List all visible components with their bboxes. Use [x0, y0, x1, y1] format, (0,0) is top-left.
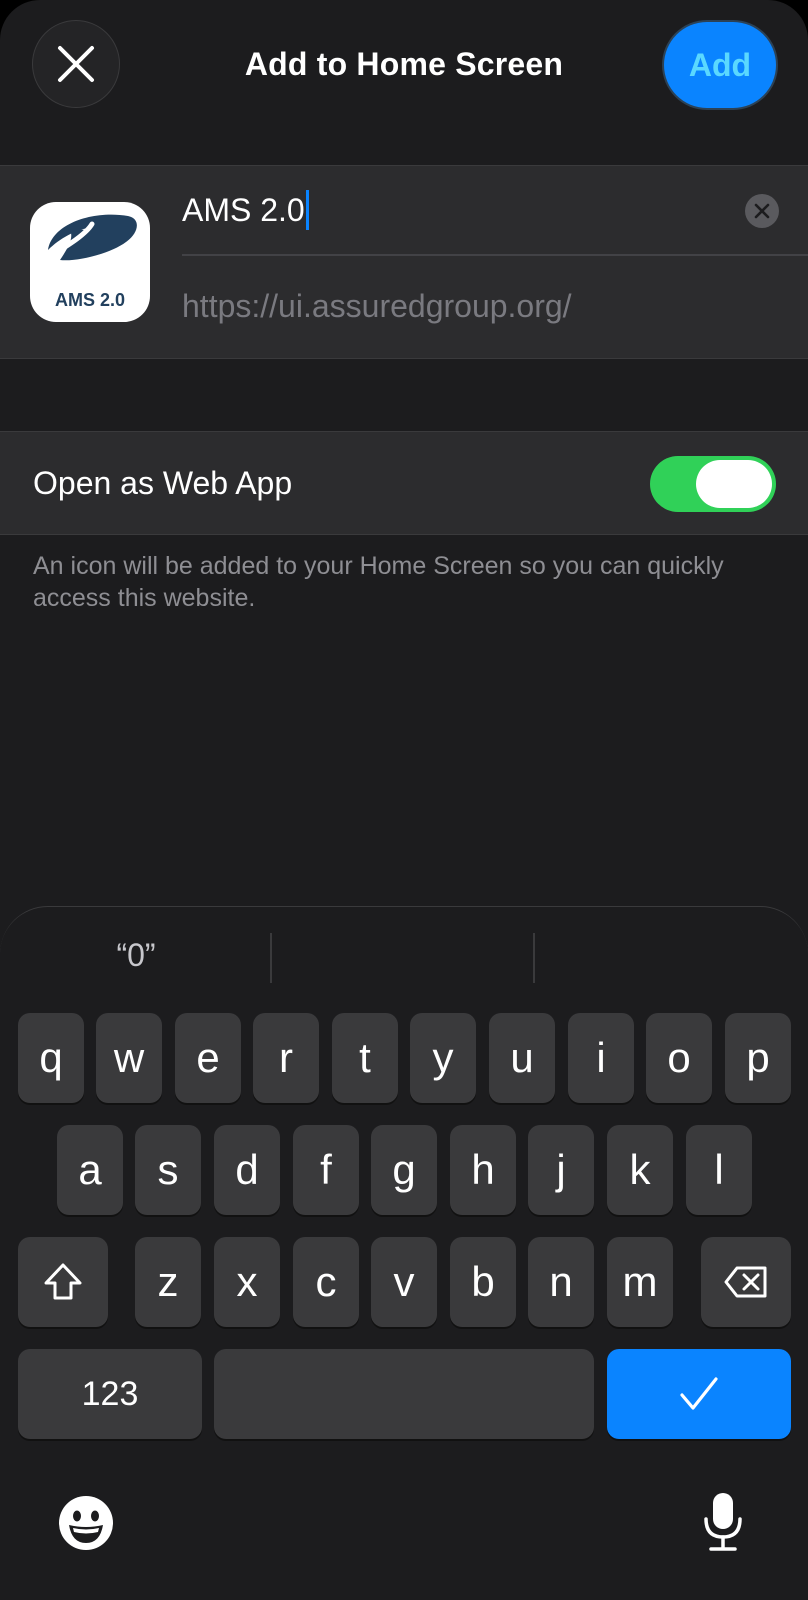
suggestion-2[interactable]: [272, 937, 534, 985]
suggestion-3[interactable]: [535, 937, 808, 985]
delete-key[interactable]: [701, 1237, 791, 1327]
key-d[interactable]: d: [214, 1125, 280, 1215]
key-r[interactable]: r: [253, 1013, 319, 1103]
key-s[interactable]: s: [135, 1125, 201, 1215]
key-o[interactable]: o: [646, 1013, 712, 1103]
checkmark-icon: [680, 1377, 718, 1410]
key-v[interactable]: v: [371, 1237, 437, 1327]
clear-text-button[interactable]: [745, 194, 779, 228]
key-x[interactable]: x: [214, 1237, 280, 1327]
key-a[interactable]: a: [57, 1125, 123, 1215]
app-icon: AMS 2.0: [30, 202, 150, 322]
web-app-toggle[interactable]: [650, 456, 776, 512]
name-input-value: AMS 2.0: [182, 191, 305, 228]
key-p[interactable]: p: [725, 1013, 791, 1103]
clear-icon: [754, 203, 770, 219]
shortcut-details: AMS 2.0 AMS 2.0 https://ui.assuredgroup.…: [0, 165, 808, 359]
suggestion-1[interactable]: “0”: [0, 937, 272, 985]
shift-icon: [44, 1263, 82, 1300]
key-h[interactable]: h: [450, 1125, 516, 1215]
space-key[interactable]: [214, 1349, 594, 1439]
key-w[interactable]: w: [96, 1013, 162, 1103]
numbers-key[interactable]: 123: [18, 1349, 202, 1439]
key-i[interactable]: i: [568, 1013, 634, 1103]
shift-key[interactable]: [18, 1237, 108, 1327]
emoji-icon: [59, 1496, 113, 1550]
field-divider: [182, 254, 808, 256]
toggle-knob: [696, 460, 772, 508]
key-n[interactable]: n: [528, 1237, 594, 1327]
key-q[interactable]: q: [18, 1013, 84, 1103]
url-text: https://ui.assuredgroup.org/: [182, 288, 572, 324]
text-caret: [305, 190, 309, 230]
emoji-button[interactable]: [56, 1493, 116, 1553]
key-b[interactable]: b: [450, 1237, 516, 1327]
web-app-label: Open as Web App: [33, 465, 293, 501]
delete-icon: [724, 1266, 767, 1298]
key-m[interactable]: m: [607, 1237, 673, 1327]
key-k[interactable]: k: [607, 1125, 673, 1215]
keyboard: “0” q w e r t y u i o p a s d f g h j k …: [0, 906, 808, 1600]
key-t[interactable]: t: [332, 1013, 398, 1103]
key-j[interactable]: j: [528, 1125, 594, 1215]
add-to-home-sheet: Add to Home Screen Add AMS 2.0 AMS 2.0 h…: [0, 0, 808, 1600]
key-f[interactable]: f: [293, 1125, 359, 1215]
done-key[interactable]: [607, 1349, 791, 1439]
add-button[interactable]: Add: [664, 22, 776, 108]
key-g[interactable]: g: [371, 1125, 437, 1215]
app-icon-label: AMS 2.0: [54, 290, 126, 310]
key-l[interactable]: l: [686, 1125, 752, 1215]
key-u[interactable]: u: [489, 1013, 555, 1103]
name-input[interactable]: AMS 2.0: [182, 190, 309, 230]
web-app-row: Open as Web App: [0, 431, 808, 535]
footnote-text: An icon will be added to your Home Scree…: [33, 552, 724, 612]
ams-logo-icon: [48, 214, 137, 261]
dictation-button[interactable]: [700, 1489, 746, 1555]
key-e[interactable]: e: [175, 1013, 241, 1103]
key-y[interactable]: y: [410, 1013, 476, 1103]
key-c[interactable]: c: [293, 1237, 359, 1327]
key-z[interactable]: z: [135, 1237, 201, 1327]
microphone-icon: [704, 1493, 742, 1551]
